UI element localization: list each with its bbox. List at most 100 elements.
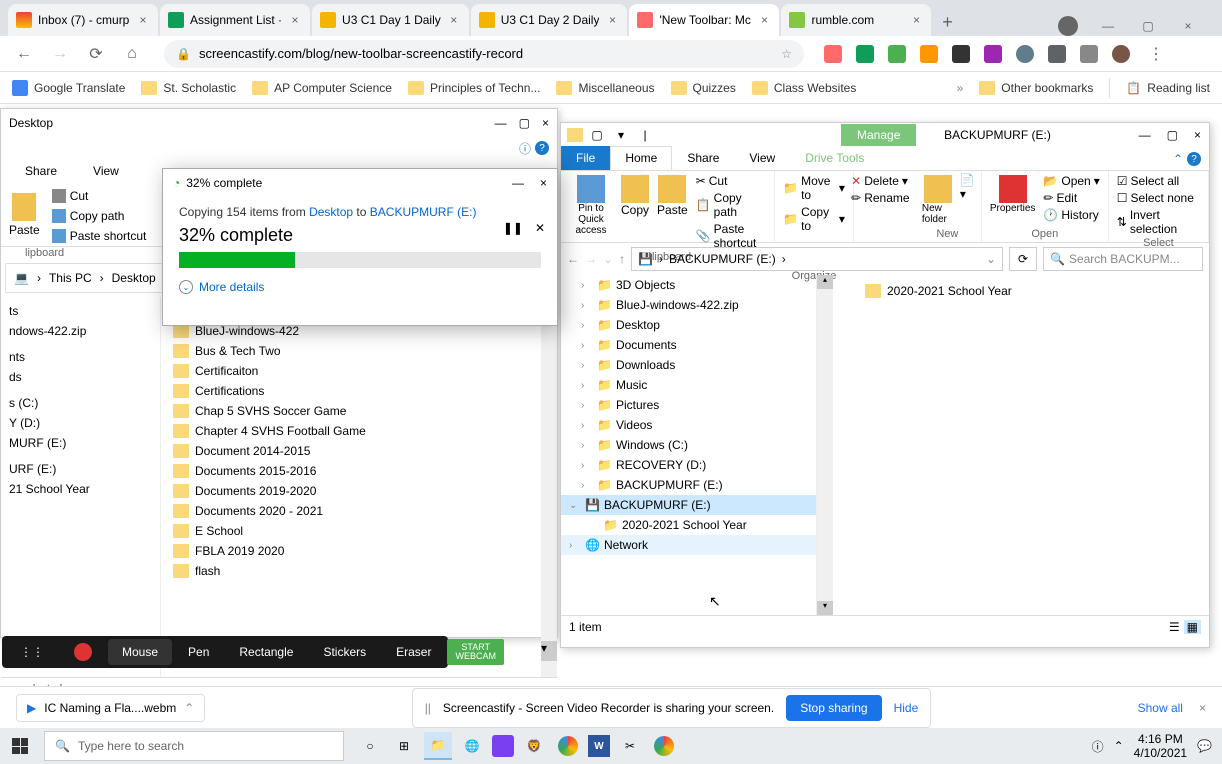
task-view-icon[interactable]: ⊞ [390, 732, 418, 760]
bookmark-item[interactable]: Google Translate [12, 80, 125, 96]
close-icon[interactable]: × [1194, 128, 1201, 142]
tree-item[interactable]: ›📁BlueJ-windows-422.zip [561, 295, 816, 315]
ext-icon[interactable] [984, 45, 1002, 63]
cancel-button[interactable]: ✕ [535, 221, 545, 235]
folder-item[interactable]: Bus & Tech Two [165, 341, 537, 361]
select-all-button[interactable]: ☑Select all [1115, 173, 1202, 189]
close-icon[interactable]: × [288, 13, 302, 27]
drag-handle[interactable]: ⋮⋮ [6, 639, 58, 665]
properties-button[interactable]: Properties [988, 173, 1038, 223]
tree-item[interactable]: ›📁Downloads [561, 355, 816, 375]
src-link[interactable]: Desktop [309, 205, 353, 219]
menu-view[interactable]: View [93, 164, 119, 178]
mouse-tool[interactable]: Mouse [108, 639, 172, 665]
nav-item[interactable]: ds [5, 367, 156, 387]
close-icon[interactable]: × [447, 13, 461, 27]
tree-item[interactable]: ›📁Music [561, 375, 816, 395]
minimize-icon[interactable]: — [1098, 16, 1118, 36]
nav-item[interactable]: nts [5, 347, 156, 367]
tree-item-selected[interactable]: ⌄💾BACKUPMURF (E:) [561, 495, 816, 515]
ext-icon[interactable] [856, 45, 874, 63]
tree-item[interactable]: ›📁Desktop [561, 315, 816, 335]
help-icon[interactable]: ? [1187, 152, 1201, 166]
folder-item[interactable]: Chapter 4 SVHS Football Game [165, 421, 537, 441]
nav-item[interactable]: 21 School Year [5, 479, 156, 499]
paste-button[interactable]: Paste [655, 173, 690, 251]
snip-icon[interactable]: ✂ [616, 732, 644, 760]
folder-item[interactable]: Documents 2019-2020 [165, 481, 537, 501]
tab-view[interactable]: View [734, 146, 790, 170]
eraser-tool[interactable]: Eraser [382, 639, 445, 665]
folder-item[interactable]: flash [165, 561, 537, 581]
clock[interactable]: 4:16 PM 4/10/2021 [1134, 732, 1187, 761]
close-icon[interactable]: × [909, 13, 923, 27]
tab-assignment[interactable]: Assignment List ·× [160, 4, 310, 36]
paste-button[interactable]: Paste [9, 187, 40, 242]
tree-item[interactable]: ›📁Pictures [561, 395, 816, 415]
minimize-icon[interactable]: — [1139, 128, 1151, 142]
pen-tool[interactable]: Pen [174, 639, 223, 665]
folder-item[interactable]: 2020-2021 School Year [857, 281, 1203, 301]
cortana-icon[interactable]: ○ [356, 732, 384, 760]
download-item[interactable]: ▶ IC Naming a Fla....webm ⌃ [16, 694, 205, 722]
explorer-icon[interactable]: 📁 [424, 732, 452, 760]
hide-button[interactable]: Hide [894, 701, 919, 715]
bookmark-item[interactable]: AP Computer Science [252, 81, 392, 95]
tree-item[interactable]: ›📁Videos [561, 415, 816, 435]
address-box[interactable]: 💾 › BACKUPMURF (E:) › ⌄ [631, 247, 1003, 271]
invert-selection-button[interactable]: ⇅Invert selection [1115, 207, 1202, 237]
help-icon[interactable]: ? [535, 141, 549, 155]
tree-item[interactable]: ›📁Documents [561, 335, 816, 355]
copy-path-button[interactable]: Copy path [48, 207, 151, 225]
chevron-up-icon[interactable]: ⌃ [184, 701, 194, 715]
rename-button[interactable]: ✏Rename [849, 190, 911, 206]
other-bookmarks[interactable]: Other bookmarks [979, 81, 1093, 95]
tree-item-network[interactable]: ›🌐Network [561, 535, 816, 555]
nav-item[interactable]: s (C:) [5, 393, 156, 413]
maximize-icon[interactable]: ▢ [519, 116, 530, 130]
webcam-button[interactable]: START WEBCAM [447, 639, 504, 665]
copy-to-button[interactable]: 📁Copy to▾ [781, 204, 847, 234]
help-icon[interactable]: ⓘ [519, 140, 531, 157]
notifications-icon[interactable]: 💬 [1197, 739, 1212, 753]
nav-item[interactable]: Y (D:) [5, 413, 156, 433]
brave-icon[interactable]: 🦁 [520, 732, 548, 760]
back-button[interactable]: ← [567, 252, 579, 266]
up-button[interactable]: ↑ [619, 252, 625, 266]
chrome-icon[interactable] [650, 732, 678, 760]
cut-button[interactable]: Cut [48, 187, 151, 205]
folder-item[interactable]: Chap 5 SVHS Soccer Game [165, 401, 537, 421]
forward-button[interactable]: → [48, 42, 72, 66]
tree-item[interactable]: ›📁BACKUPMURF (E:) [561, 475, 816, 495]
chrome-icon[interactable] [554, 732, 582, 760]
ext-icon[interactable] [1016, 45, 1034, 63]
expand-icon[interactable]: ⌃ [1173, 152, 1183, 166]
tree-item[interactable]: ›📁3D Objects [561, 275, 816, 295]
cut-button[interactable]: ✂Cut [694, 173, 768, 189]
star-icon[interactable]: ☆ [781, 47, 792, 61]
nav-item[interactable]: ndows-422.zip [5, 321, 156, 341]
bookmark-item[interactable]: Principles of Techn... [408, 81, 541, 95]
menu-share[interactable]: Share [25, 164, 57, 178]
tab-drive-tools[interactable]: Drive Tools [790, 146, 879, 170]
reload-button[interactable]: ⟳ [84, 42, 108, 66]
ext-icon[interactable] [824, 45, 842, 63]
select-none-button[interactable]: ☐Select none [1115, 190, 1202, 206]
collapse-button[interactable]: ‹ [506, 639, 538, 665]
pin-button[interactable]: Pin to Quick access [567, 173, 615, 251]
nav-item[interactable]: ts [5, 301, 156, 321]
tab-home[interactable]: Home [610, 146, 672, 170]
maximize-icon[interactable]: ▢ [1138, 16, 1158, 36]
delete-button[interactable]: ✕Delete▾ [849, 173, 911, 189]
view-icons-icon[interactable]: ▦ [1184, 620, 1201, 634]
tab-rumble[interactable]: rumble.com× [781, 4, 931, 36]
folder-item[interactable]: Certificaiton [165, 361, 537, 381]
show-all-button[interactable]: Show all [1138, 701, 1183, 715]
nav-item[interactable]: URF (E:) [5, 459, 156, 479]
close-icon[interactable]: × [757, 13, 771, 27]
folder-item[interactable]: Documents 2015-2016 [165, 461, 537, 481]
menu-icon[interactable]: ⋮ [1144, 42, 1168, 66]
tab-u3c1d2[interactable]: U3 C1 Day 2 Daily× [471, 4, 628, 36]
tab-file[interactable]: File [561, 146, 610, 170]
recent-button[interactable]: ⌄ [603, 252, 613, 266]
